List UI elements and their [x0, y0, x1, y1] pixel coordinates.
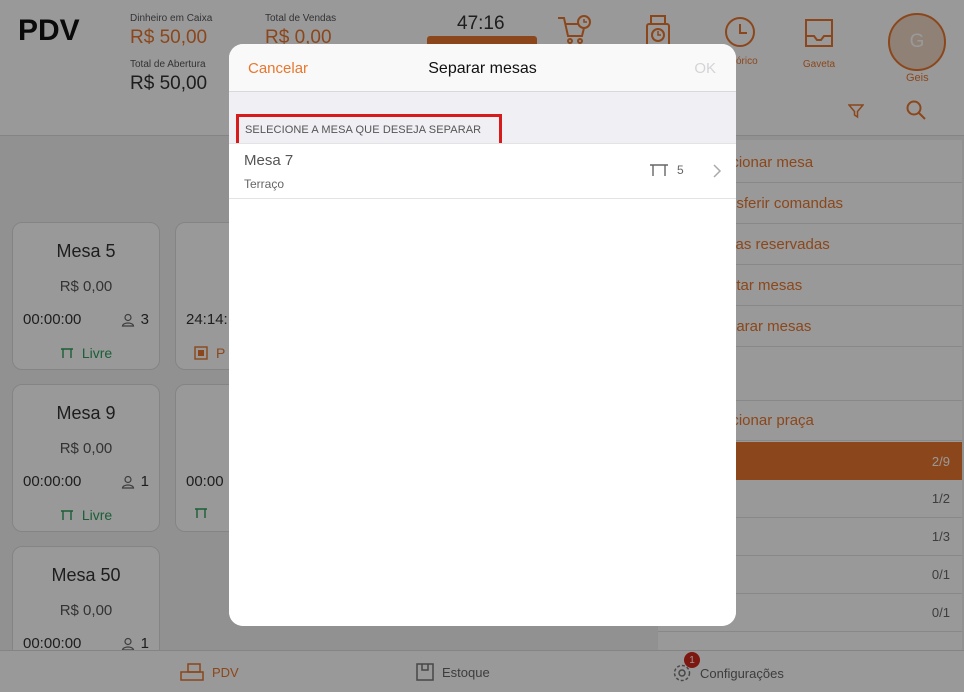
ok-button[interactable]: OK — [694, 60, 716, 77]
row-count: 5 — [649, 163, 684, 177]
modal-header: Cancelar Separar mesas OK — [229, 44, 736, 92]
modal-title: Separar mesas — [428, 60, 537, 77]
section-header: SELECIONE A MESA QUE DESEJA SEPARAR — [236, 114, 502, 146]
table-list-item[interactable]: Mesa 7 Terraço 5 — [229, 143, 736, 199]
modal-empty-area — [229, 199, 736, 626]
split-tables-modal: Cancelar Separar mesas OK SELECIONE A ME… — [229, 44, 736, 626]
app-background: PDV Dinheiro em Caixa R$ 50,00 Total de … — [0, 0, 964, 692]
table-icon — [650, 164, 668, 176]
chevron-right-icon — [713, 164, 722, 178]
seat-count: 5 — [677, 163, 684, 177]
row-subtitle: Terraço — [244, 177, 285, 191]
row-title: Mesa 7 — [244, 152, 294, 169]
